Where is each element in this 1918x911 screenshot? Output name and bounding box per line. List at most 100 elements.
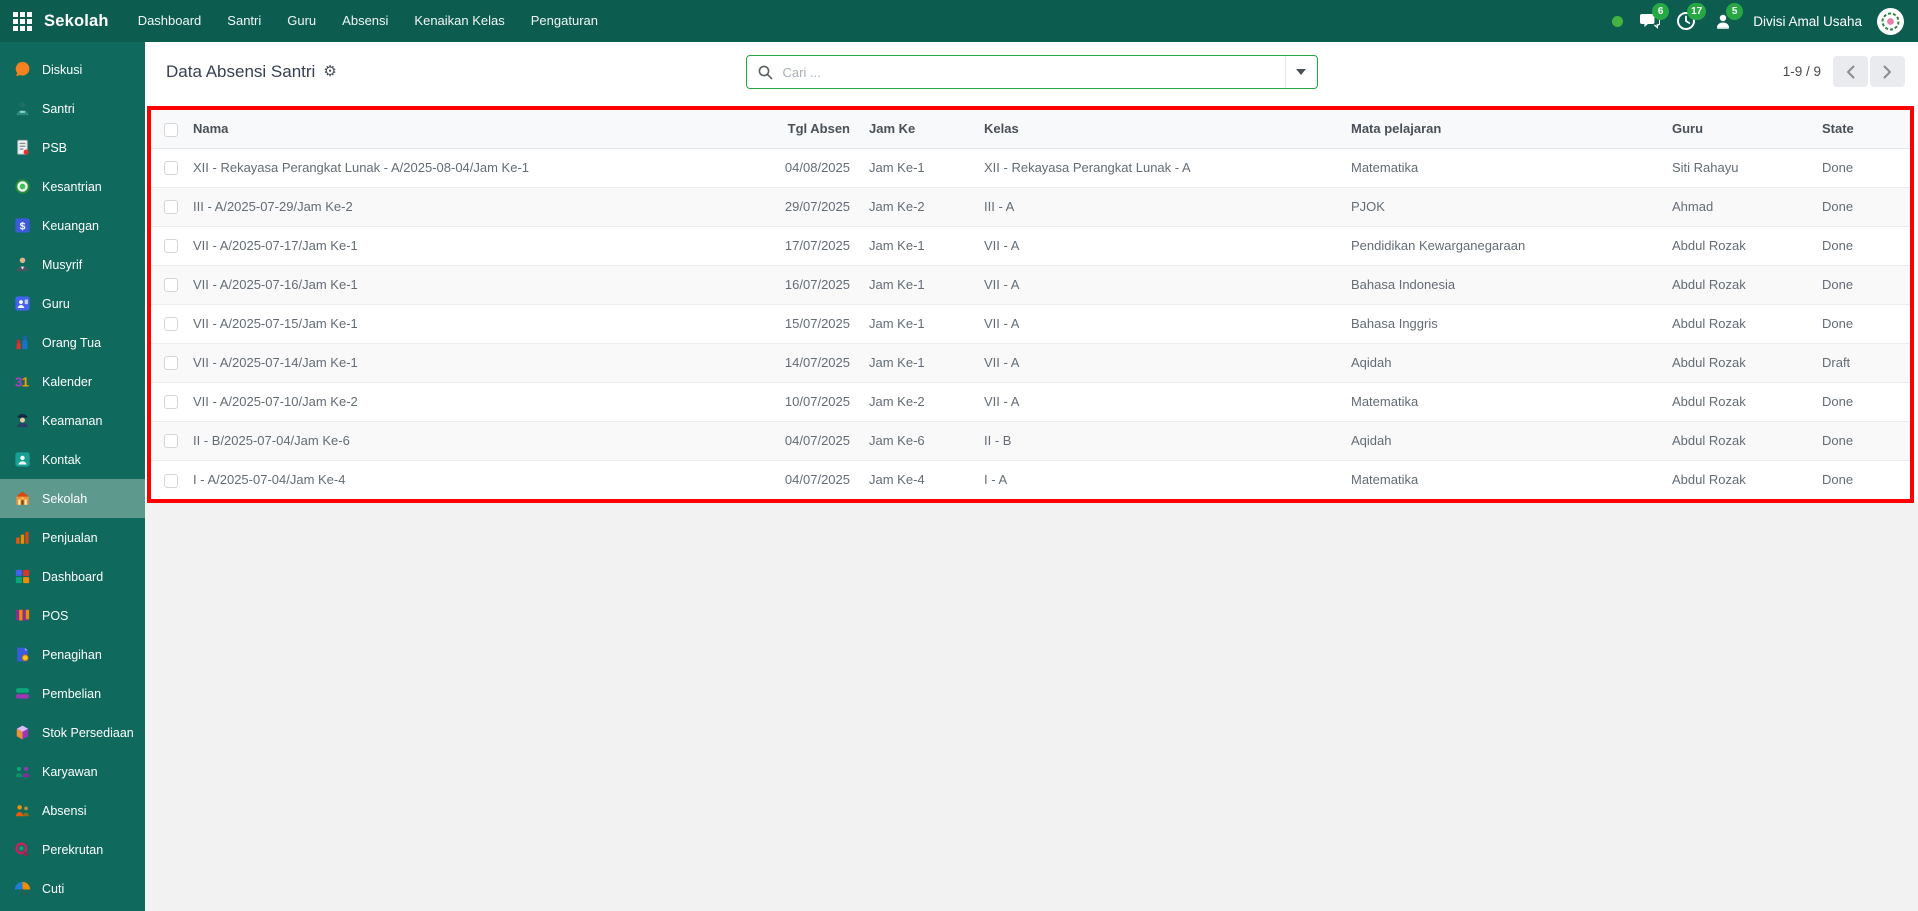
table-row[interactable]: XII - Rekayasa Perangkat Lunak - A/2025-…	[151, 148, 1910, 187]
topbar-menu-absensi[interactable]: Absensi	[329, 0, 401, 42]
cell-nama[interactable]: VII - A/2025-07-17/Jam Ke-1	[187, 226, 696, 265]
table-row[interactable]: VII - A/2025-07-10/Jam Ke-210/07/2025Jam…	[151, 382, 1910, 421]
row-checkbox[interactable]	[164, 239, 178, 253]
pager-prev-button[interactable]	[1833, 56, 1868, 87]
cell-guru[interactable]: Abdul Rozak	[1659, 343, 1809, 382]
cell-guru[interactable]: Abdul Rozak	[1659, 382, 1809, 421]
sidebar-item-musyrif[interactable]: Musyrif	[0, 245, 145, 284]
sidebar-item-kesantrian[interactable]: Kesantrian	[0, 167, 145, 206]
table-row[interactable]: I - A/2025-07-04/Jam Ke-404/07/2025Jam K…	[151, 460, 1910, 499]
topbar-menu-dashboard[interactable]: Dashboard	[125, 0, 215, 42]
topbar-menu-pengaturan[interactable]: Pengaturan	[518, 0, 611, 42]
table-row[interactable]: VII - A/2025-07-14/Jam Ke-114/07/2025Jam…	[151, 343, 1910, 382]
row-checkbox[interactable]	[164, 395, 178, 409]
sidebar-item-dashboard[interactable]: Dashboard	[0, 557, 145, 596]
sidebar-item-kalender[interactable]: 31Kalender	[0, 362, 145, 401]
row-checkbox[interactable]	[164, 474, 178, 488]
cell-guru[interactable]: Abdul Rozak	[1659, 421, 1809, 460]
pager-next-button[interactable]	[1870, 56, 1905, 87]
topbar-menu-guru[interactable]: Guru	[274, 0, 329, 42]
cell-kelas[interactable]: I - A	[971, 460, 1338, 499]
cell-kelas[interactable]: VII - A	[971, 343, 1338, 382]
cell-kelas[interactable]: VII - A	[971, 265, 1338, 304]
cell-state[interactable]: Done	[1809, 265, 1910, 304]
select-all-checkbox[interactable]	[164, 123, 178, 137]
cell-state[interactable]: Done	[1809, 382, 1910, 421]
cell-kelas[interactable]: XII - Rekayasa Perangkat Lunak - A	[971, 148, 1338, 187]
sidebar-item-santri[interactable]: Santri	[0, 89, 145, 128]
row-checkbox[interactable]	[164, 317, 178, 331]
cell-tgl[interactable]: 10/07/2025	[696, 382, 856, 421]
table-row[interactable]: VII - A/2025-07-15/Jam Ke-115/07/2025Jam…	[151, 304, 1910, 343]
cell-kelas[interactable]: II - B	[971, 421, 1338, 460]
cell-kelas[interactable]: III - A	[971, 187, 1338, 226]
app-brand[interactable]: Sekolah	[44, 12, 109, 31]
sidebar-item-absensi[interactable]: Absensi	[0, 791, 145, 830]
cell-jam[interactable]: Jam Ke-4	[856, 460, 971, 499]
inbox-person-icon[interactable]: 5	[1712, 10, 1734, 32]
cell-tgl[interactable]: 04/07/2025	[696, 460, 856, 499]
cell-nama[interactable]: VII - A/2025-07-15/Jam Ke-1	[187, 304, 696, 343]
topbar-menu-santri[interactable]: Santri	[214, 0, 274, 42]
cell-jam[interactable]: Jam Ke-2	[856, 382, 971, 421]
cell-tgl[interactable]: 16/07/2025	[696, 265, 856, 304]
activities-clock-icon[interactable]: 17	[1675, 10, 1697, 32]
row-checkbox[interactable]	[164, 356, 178, 370]
sidebar-item-pos[interactable]: POS	[0, 596, 145, 635]
row-checkbox[interactable]	[164, 161, 178, 175]
cell-mapel[interactable]: Bahasa Indonesia	[1338, 265, 1659, 304]
cell-tgl[interactable]: 15/07/2025	[696, 304, 856, 343]
messages-icon[interactable]: 6	[1638, 10, 1660, 32]
cell-jam[interactable]: Jam Ke-6	[856, 421, 971, 460]
cell-kelas[interactable]: VII - A	[971, 304, 1338, 343]
column-header-nama[interactable]: Nama	[187, 110, 696, 148]
apps-grid-icon[interactable]	[0, 0, 44, 42]
column-header-jam-ke[interactable]: Jam Ke	[856, 110, 971, 148]
cell-jam[interactable]: Jam Ke-1	[856, 226, 971, 265]
table-row[interactable]: III - A/2025-07-29/Jam Ke-229/07/2025Jam…	[151, 187, 1910, 226]
cell-nama[interactable]: I - A/2025-07-04/Jam Ke-4	[187, 460, 696, 499]
sidebar-item-pembelian[interactable]: Pembelian	[0, 674, 145, 713]
cell-state[interactable]: Done	[1809, 148, 1910, 187]
column-header-tgl-absen[interactable]: Tgl Absen	[696, 110, 856, 148]
cell-tgl[interactable]: 04/07/2025	[696, 421, 856, 460]
sidebar-item-diskusi[interactable]: Diskusi	[0, 50, 145, 89]
cell-guru[interactable]: Abdul Rozak	[1659, 304, 1809, 343]
cell-state[interactable]: Done	[1809, 226, 1910, 265]
cell-state[interactable]: Done	[1809, 304, 1910, 343]
sidebar-item-keamanan[interactable]: Keamanan	[0, 401, 145, 440]
cell-jam[interactable]: Jam Ke-1	[856, 265, 971, 304]
column-header-mata-pelajaran[interactable]: Mata pelajaran	[1338, 110, 1659, 148]
table-row[interactable]: II - B/2025-07-04/Jam Ke-604/07/2025Jam …	[151, 421, 1910, 460]
cell-nama[interactable]: XII - Rekayasa Perangkat Lunak - A/2025-…	[187, 148, 696, 187]
sidebar-item-penjualan[interactable]: Penjualan	[0, 518, 145, 557]
cell-state[interactable]: Done	[1809, 421, 1910, 460]
cell-state[interactable]: Done	[1809, 460, 1910, 499]
cell-tgl[interactable]: 29/07/2025	[696, 187, 856, 226]
cell-guru[interactable]: Abdul Rozak	[1659, 265, 1809, 304]
cell-mapel[interactable]: Aqidah	[1338, 421, 1659, 460]
cell-kelas[interactable]: VII - A	[971, 226, 1338, 265]
cell-guru[interactable]: Abdul Rozak	[1659, 226, 1809, 265]
cell-mapel[interactable]: Bahasa Inggris	[1338, 304, 1659, 343]
row-checkbox[interactable]	[164, 278, 178, 292]
cell-mapel[interactable]: Aqidah	[1338, 343, 1659, 382]
sidebar-item-stok-persediaan[interactable]: Stok Persediaan	[0, 713, 145, 752]
column-header-kelas[interactable]: Kelas	[971, 110, 1338, 148]
cell-mapel[interactable]: Matematika	[1338, 148, 1659, 187]
sidebar-item-kontak[interactable]: Kontak	[0, 440, 145, 479]
cell-jam[interactable]: Jam Ke-1	[856, 304, 971, 343]
cell-state[interactable]: Draft	[1809, 343, 1910, 382]
cell-jam[interactable]: Jam Ke-1	[856, 343, 971, 382]
cell-tgl[interactable]: 04/08/2025	[696, 148, 856, 187]
avatar[interactable]	[1877, 8, 1904, 35]
topbar-menu-kenaikan-kelas[interactable]: Kenaikan Kelas	[401, 0, 517, 42]
search-input[interactable]	[781, 64, 1285, 81]
cell-guru[interactable]: Abdul Rozak	[1659, 460, 1809, 499]
cell-tgl[interactable]: 17/07/2025	[696, 226, 856, 265]
table-row[interactable]: VII - A/2025-07-16/Jam Ke-116/07/2025Jam…	[151, 265, 1910, 304]
sidebar-item-penagihan[interactable]: Penagihan	[0, 635, 145, 674]
table-row[interactable]: VII - A/2025-07-17/Jam Ke-117/07/2025Jam…	[151, 226, 1910, 265]
sidebar-item-perekrutan[interactable]: Perekrutan	[0, 830, 145, 869]
cell-jam[interactable]: Jam Ke-2	[856, 187, 971, 226]
